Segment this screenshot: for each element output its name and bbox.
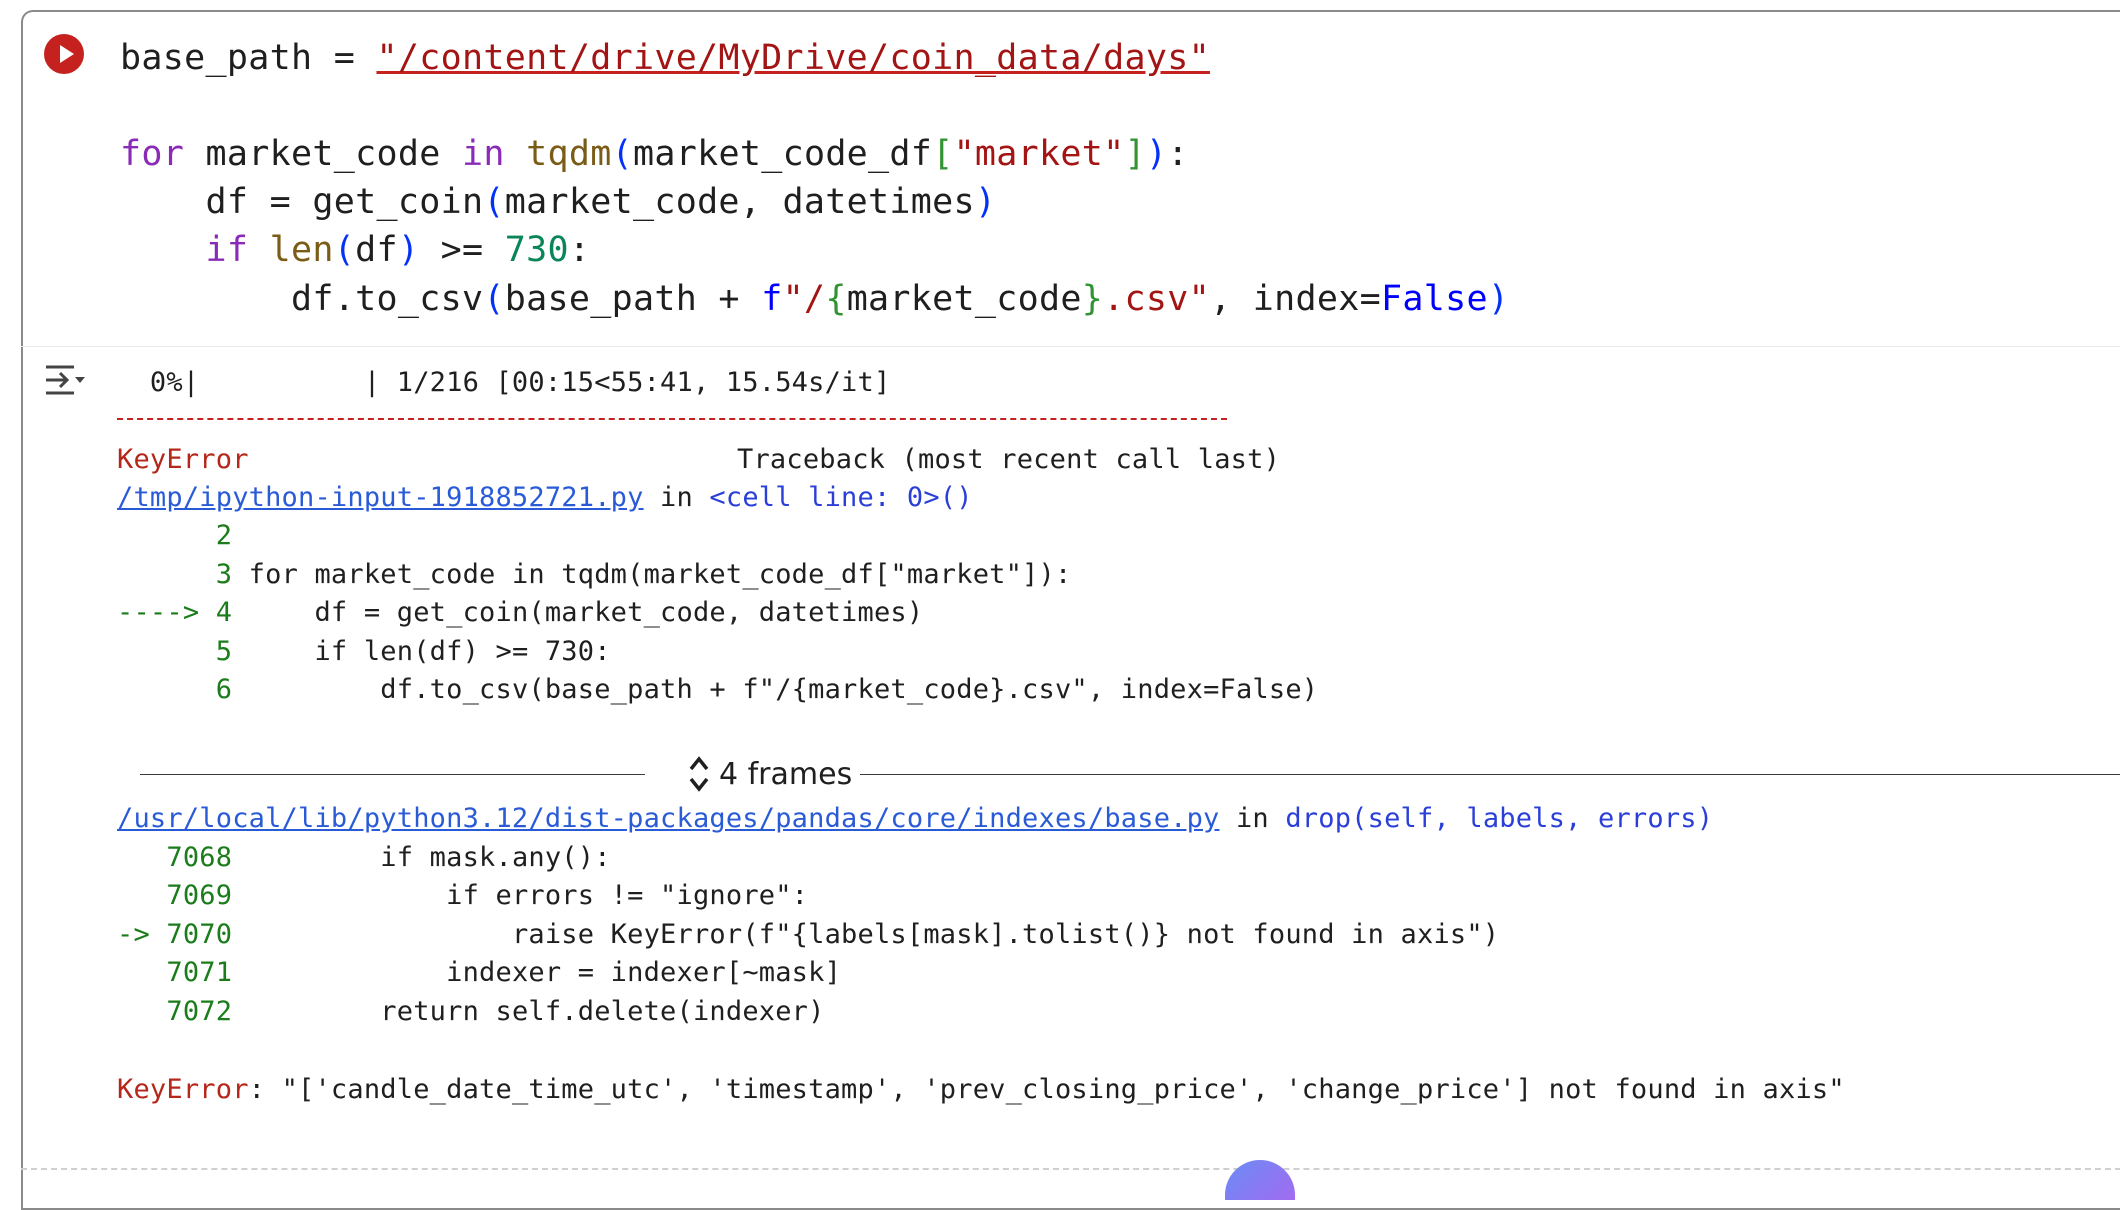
progress-bar-text: 0%| | 1/216 [00:15<55:41, 15.54s/it] xyxy=(117,367,891,398)
code-line-4[interactable]: if len(df) >= 730: xyxy=(120,228,590,272)
traceback-line: 5 if len(df) >= 730: xyxy=(117,636,611,667)
expand-collapse-icon xyxy=(689,756,709,792)
traceback-line: 7069 if errors != "ignore": xyxy=(117,880,809,911)
code-line-5[interactable]: df.to_csv(base_path + f"/{market_code}.c… xyxy=(120,277,1509,321)
code-output-divider xyxy=(21,346,2120,347)
traceback-line: -> 7070 raise KeyError(f"{labels[mask].t… xyxy=(117,919,1500,950)
traceback-line: 7071 indexer = indexer[~mask] xyxy=(117,957,842,988)
traceback-line: ----> 4 df = get_coin(market_code, datet… xyxy=(117,597,924,628)
frames-label: 4 frames xyxy=(719,756,853,792)
traceback-file-1: /tmp/ipython-input-1918852721.py in <cel… xyxy=(117,482,973,513)
traceback-line: 7072 return self.delete(indexer) xyxy=(117,996,825,1027)
code-line-3[interactable]: df = get_coin(market_code, datetimes) xyxy=(120,180,996,224)
error-name: KeyError xyxy=(117,444,249,475)
traceback-line: 7068 if mask.any(): xyxy=(117,842,611,873)
traceback-line: 6 df.to_csv(base_path + f"/{market_code}… xyxy=(117,674,1319,705)
code-line-2[interactable]: for market_code in tqdm(market_code_df["… xyxy=(120,132,1189,176)
traceback-line: 3 for market_code in tqdm(market_code_df… xyxy=(117,559,1072,590)
traceback-rule xyxy=(117,418,1227,420)
frames-divider-right xyxy=(860,774,2120,775)
frames-toggle-button[interactable]: 4 frames xyxy=(675,752,864,796)
base-path-string: "/content/drive/MyDrive/coin_data/days" xyxy=(376,38,1210,78)
final-error-line: KeyError: "['candle_date_time_utc', 'tim… xyxy=(117,1074,1845,1105)
traceback-header: KeyError Traceback (most recent call last… xyxy=(117,444,1281,475)
code-line-1[interactable]: base_path = "/content/drive/MyDrive/coin… xyxy=(120,36,1210,80)
traceback-file-link-1[interactable]: /tmp/ipython-input-1918852721.py xyxy=(117,482,644,513)
traceback-file-2: /usr/local/lib/python3.12/dist-packages/… xyxy=(117,803,1714,834)
frames-collapse-row: 4 frames xyxy=(140,752,2120,796)
cell-bottom-divider xyxy=(21,1168,2120,1170)
run-cell-icon[interactable] xyxy=(44,34,84,74)
frames-divider-left xyxy=(140,774,645,775)
output-toggle-icon[interactable] xyxy=(44,362,86,398)
traceback-file-link-2[interactable]: /usr/local/lib/python3.12/dist-packages/… xyxy=(117,803,1220,834)
traceback-line: 2 xyxy=(117,520,233,551)
